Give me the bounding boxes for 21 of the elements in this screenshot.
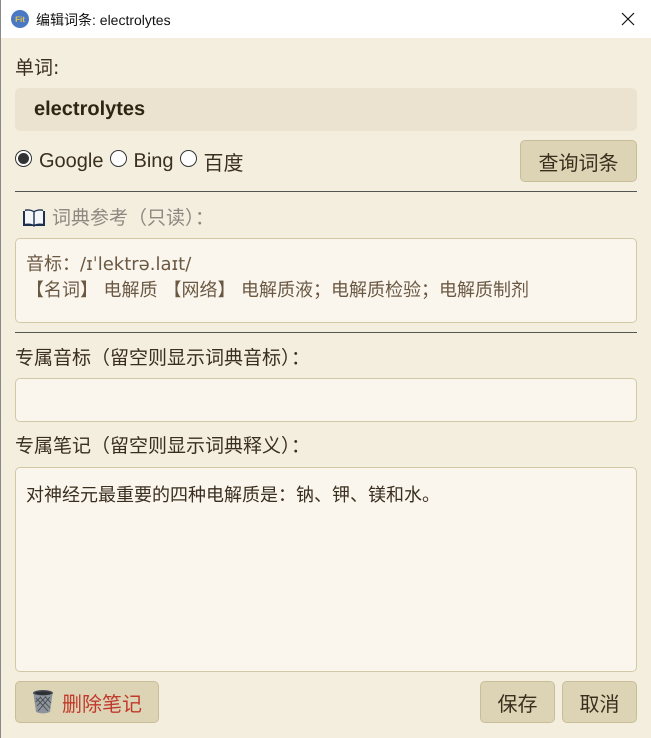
dialog-button[interactable]: 保存 — [480, 681, 555, 723]
reference-text: 音标：/ɪˈlektrə.laɪt/ — [26, 253, 192, 277]
close-icon — [621, 12, 635, 26]
trash-icon — [32, 689, 54, 715]
lookup-button[interactable]: 查询词条 — [520, 140, 637, 182]
reference-text: 【名词】 电解质 【网络】 电解质液；电解质检验；电解质制剂 — [26, 279, 530, 303]
radio-option[interactable]: Bing — [110, 150, 174, 172]
window-title: 编辑词条: electrolytes — [36, 11, 172, 29]
delete-note-button[interactable]: 删除笔记 — [15, 681, 159, 723]
field-label: 单词: — [15, 56, 60, 81]
field-label: 专属音标（留空则显示词典音标）： — [15, 346, 311, 371]
field-label: 专属笔记（留空则显示词典释义）： — [15, 434, 311, 459]
app-logo: Fit — [11, 10, 29, 28]
section-label: 词典参考（只读）： — [52, 206, 214, 231]
phonetic-input-field[interactable] — [15, 378, 637, 422]
word-field: electrolytes — [15, 88, 637, 131]
book-icon — [22, 208, 46, 228]
radio-option[interactable]: Google — [15, 150, 104, 172]
radio-option[interactable]: 百度 — [180, 146, 244, 176]
dialog-button[interactable]: 取消 — [562, 681, 637, 723]
note-text-area[interactable]: 对神经元最重要的四种电解质是：钠、钾、镁和水。 — [15, 467, 637, 672]
